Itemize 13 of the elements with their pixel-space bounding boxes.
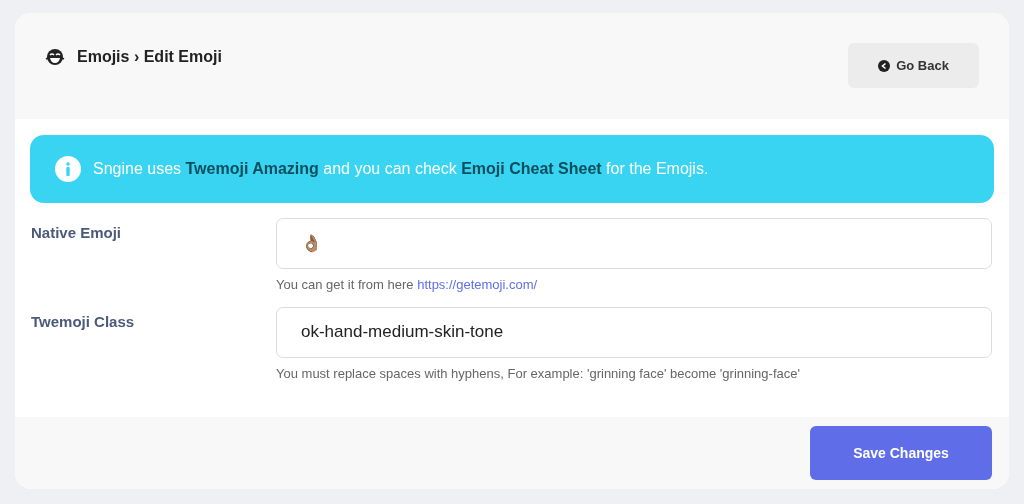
laughing-face-icon [45,47,65,67]
field-label: Twemoji Class [30,311,136,332]
text-field[interactable]: 👌🏽 [276,218,992,269]
text-field[interactable]: ok-hand-medium-skin-tone [276,306,992,358]
getemoji-link[interactable]: https://getemoji.com/ [417,277,538,292]
save-changes-button[interactable]: Save Changes [810,426,992,480]
go-back-button[interactable]: Go Back [848,43,979,88]
help-text: You can get it from here https://getemoji.com/ [276,276,539,294]
help-text: You must replace spaces with hyphens, For example: 'grinning face' become 'grinning-face' [276,364,801,383]
breadcrumb: Emojis › Edit Emoji [77,47,222,67]
field-label: Native Emoji [30,223,123,243]
info-icon [55,156,81,182]
info-message: Sngine uses Twemoji Amazing and you can check Emoji Cheat Sheet for the Emojis. [93,159,709,179]
